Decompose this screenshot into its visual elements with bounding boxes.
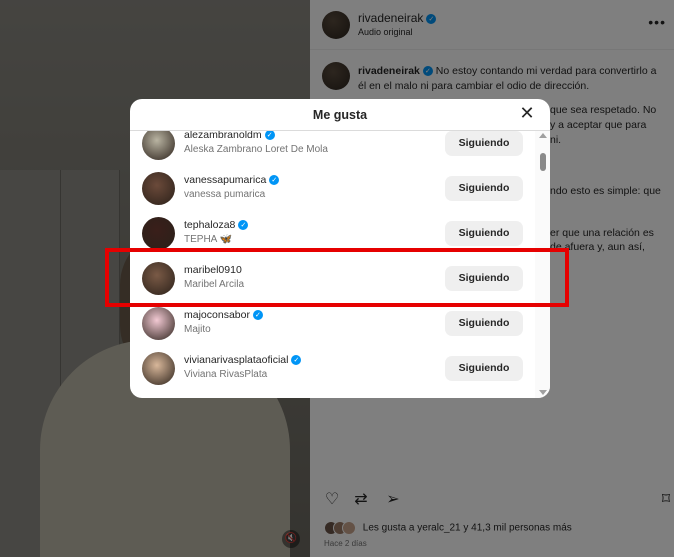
username-wrap: vivianarivasplataoficial ✓ (184, 354, 302, 366)
verified-icon: ✓ (252, 310, 263, 321)
avatar[interactable] (142, 131, 175, 160)
username[interactable]: alezambranoldm (184, 131, 262, 141)
list-item: vivianarivasplataoficial ✓ Viviana RivasPl… (130, 346, 535, 391)
following-button[interactable]: Siguiendo (445, 176, 523, 201)
close-icon[interactable]: ✕ (516, 103, 538, 125)
scroll-up-icon[interactable] (539, 133, 547, 138)
full-name: TEPHA 🦋 (184, 234, 233, 245)
username[interactable]: vivianarivasplataoficial (184, 354, 288, 366)
username[interactable]: majoconsabor (184, 309, 250, 321)
list-item: alezambranoldm ✓ Aleska Zambrano Loret De … (130, 131, 535, 166)
following-button[interactable]: Siguiendo (445, 356, 523, 381)
list-item: majoconsabor ✓ Majito Siguiendo (130, 301, 535, 346)
full-name: vanessa pumarica (184, 189, 266, 200)
highlight-box (105, 248, 569, 307)
scroll-down-icon[interactable] (539, 390, 547, 395)
verified-icon: ✓ (264, 131, 275, 141)
following-button[interactable]: Siguiendo (445, 221, 523, 246)
scroll-thumb[interactable] (540, 153, 546, 171)
username-wrap: alezambranoldm ✓ (184, 131, 275, 141)
avatar[interactable] (142, 172, 175, 205)
avatar[interactable] (142, 352, 175, 385)
modal-title: Me gusta (312, 108, 368, 122)
full-name: Majito (184, 324, 211, 335)
verified-icon: ✓ (269, 175, 280, 186)
username[interactable]: vanessapumarica (184, 174, 266, 186)
full-name: Aleska Zambrano Loret De Mola (184, 144, 328, 155)
modal-header: Me gusta ✕ (130, 99, 550, 131)
verified-icon: ✓ (291, 355, 302, 366)
avatar[interactable] (142, 307, 175, 340)
list-item: vanessapumarica ✓ vanessa pumarica Siguiend… (130, 166, 535, 211)
username-wrap: vanessapumarica ✓ (184, 174, 280, 186)
verified-icon: ✓ (238, 220, 249, 231)
username[interactable]: tephaloza8 (184, 219, 235, 231)
username-wrap: tephaloza8 ✓ (184, 219, 249, 231)
avatar[interactable] (142, 217, 175, 250)
full-name: Viviana RivasPlata (184, 369, 268, 380)
username-wrap: majoconsabor ✓ (184, 309, 263, 321)
following-button[interactable]: Siguiendo (445, 131, 523, 156)
following-button[interactable]: Siguiendo (445, 311, 523, 336)
